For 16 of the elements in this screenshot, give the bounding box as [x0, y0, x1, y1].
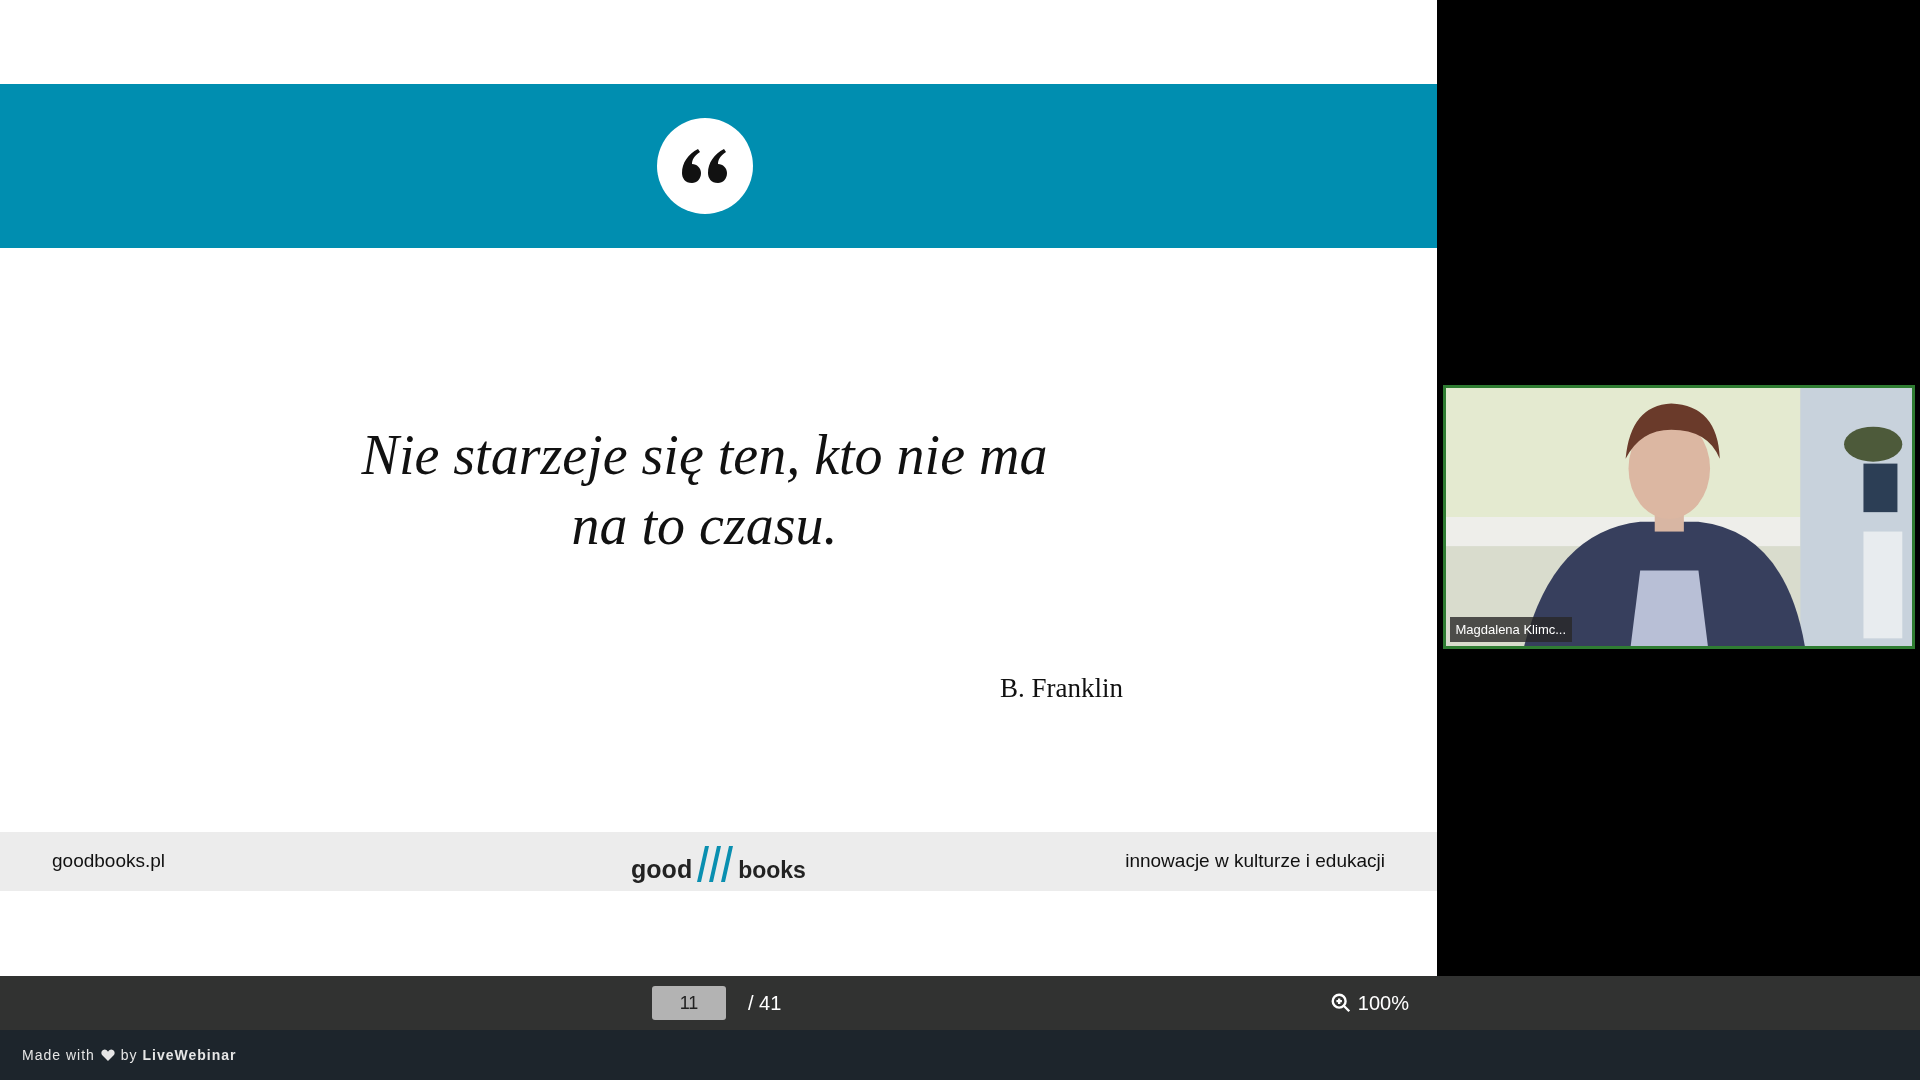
logo: good books	[631, 841, 806, 882]
heart-icon	[100, 1049, 115, 1061]
quote-author: B. Franklin	[1000, 672, 1123, 705]
quote-text: Nie starzeje się ten, kto nie ma	[361, 423, 1048, 488]
zoom-level: 100%	[1357, 991, 1409, 1016]
quote-icon	[681, 149, 728, 183]
quote-text: na to czasu.	[571, 493, 838, 558]
page-total: / 41	[748, 991, 782, 1016]
participant-name: Magdalena Klimc...	[1449, 616, 1573, 642]
made-with-text: Made with	[22, 1045, 95, 1065]
tagline-text: innowacje w kulturze i edukacji	[1124, 849, 1385, 874]
by-text: by LiveWebinar	[120, 1045, 237, 1065]
zoom-icon[interactable]	[1329, 992, 1352, 1014]
page-field[interactable]: 11	[652, 986, 726, 1020]
website-text: goodbooks.pl	[52, 849, 167, 874]
slashes-icon	[695, 845, 736, 882]
